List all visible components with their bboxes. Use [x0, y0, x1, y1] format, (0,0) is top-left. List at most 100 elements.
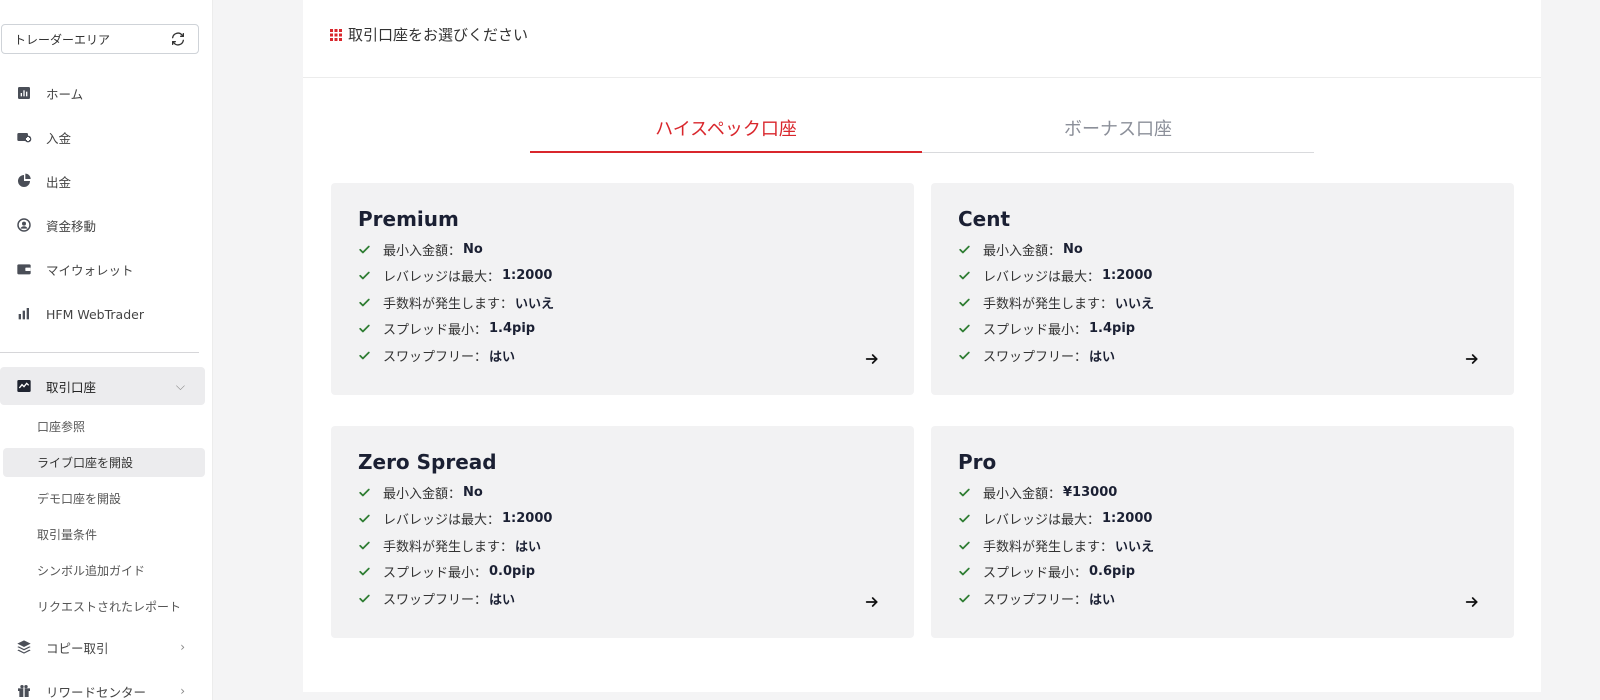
sub-item-label: ライブ口座を開設	[37, 456, 134, 470]
account-card-premium[interactable]: Premium 最小入金額： No レバレッジは最大： 1:2000 手数料が発生します…	[331, 183, 914, 395]
feature-row: レバレッジは最大： 1:2000	[358, 263, 887, 290]
feature-row: 最小入金額： No	[358, 479, 887, 506]
nav-item-webtrader[interactable]: HFM WebTrader	[0, 295, 205, 333]
account-name: Cent	[958, 207, 1011, 231]
feature-row: スプレッド最小： 1.4pip	[958, 316, 1487, 343]
arrow-right-icon[interactable]	[1464, 351, 1480, 367]
check-icon	[959, 514, 970, 523]
nav-label: 資金移動	[46, 218, 97, 234]
nav-item-withdraw[interactable]: 出金	[0, 162, 205, 200]
layers-icon	[15, 638, 33, 656]
sub-item-volume-conditions[interactable]: 取引量条件	[3, 520, 205, 549]
nav-label: 入金	[46, 130, 72, 146]
nav-label: コピー取引	[46, 640, 109, 656]
feature-value: はい	[489, 592, 516, 608]
feature-label: スプレッド最小：	[383, 566, 488, 582]
feature-row: 手数料が発生します： いいえ	[958, 289, 1487, 316]
feature-value: 1:2000	[502, 511, 553, 527]
chart-icon	[15, 84, 33, 102]
sub-item-label: リクエストされたレポート	[37, 600, 182, 614]
feature-value: 1:2000	[502, 268, 553, 284]
account-type-tabs: ハイスペック口座 ボーナス口座	[530, 103, 1314, 153]
check-icon	[959, 324, 970, 333]
check-icon	[359, 298, 370, 307]
feature-value: はい	[489, 349, 516, 365]
feature-value: 1:2000	[1102, 511, 1153, 527]
check-icon	[359, 594, 370, 603]
feature-value: はい	[1089, 349, 1116, 365]
feature-row: 手数料が発生します： いいえ	[958, 532, 1487, 559]
nav-label: マイウォレット	[46, 262, 134, 278]
feature-row: 手数料が発生します： いいえ	[358, 289, 887, 316]
check-icon	[959, 351, 970, 360]
feature-label: 最小入金額：	[983, 486, 1062, 502]
sub-item-label: 取引量条件	[37, 528, 98, 542]
arrow-right-icon[interactable]	[864, 351, 880, 367]
check-icon	[959, 488, 970, 497]
feature-value: ¥13000	[1063, 484, 1118, 500]
sub-item-label: 口座参照	[37, 420, 86, 434]
feature-label: スワップフリー：	[383, 349, 488, 365]
feature-label: 手数料が発生します：	[983, 539, 1114, 555]
check-icon	[959, 298, 970, 307]
arrow-right-icon[interactable]	[1464, 594, 1480, 610]
check-icon	[359, 514, 370, 523]
nav-item-wallet[interactable]: マイウォレット	[0, 250, 205, 288]
account-card-cent[interactable]: Cent 最小入金額： No レバレッジは最大： 1:2000 手数料が発生します： いい…	[931, 183, 1514, 395]
chevron-right-icon: ›	[180, 640, 185, 654]
arrow-right-icon[interactable]	[864, 594, 880, 610]
feature-value: No	[463, 241, 483, 257]
feature-label: レバレッジは最大：	[383, 513, 501, 529]
bars-icon	[15, 305, 33, 323]
account-name: Zero Spread	[358, 450, 497, 474]
feature-row: スプレッド最小： 1.4pip	[358, 316, 887, 343]
feature-label: 手数料が発生します：	[383, 539, 514, 555]
feature-value: いいえ	[1115, 296, 1155, 312]
feature-row: スプレッド最小： 0.6pip	[958, 559, 1487, 586]
nav-item-home[interactable]: ホーム	[0, 74, 205, 112]
feature-label: スワップフリー：	[983, 349, 1088, 365]
check-icon	[359, 324, 370, 333]
wallet-icon	[15, 260, 33, 278]
feature-row: スワップフリー： はい	[358, 342, 887, 369]
feature-label: 最小入金額：	[983, 243, 1062, 259]
feature-row: レバレッジは最大： 1:2000	[958, 506, 1487, 533]
sub-item-open-demo[interactable]: デモ口座を開設	[3, 484, 205, 513]
feature-row: レバレッジは最大： 1:2000	[358, 506, 887, 533]
feature-label: スプレッド最小：	[983, 323, 1088, 339]
sub-item-symbol-guide[interactable]: シンボル追加ガイド	[3, 556, 205, 585]
feature-value: 1:2000	[1102, 268, 1153, 284]
feature-label: 手数料が発生します：	[383, 296, 514, 312]
page-title: 取引口座をお選びください	[348, 26, 529, 44]
sub-item-requested-reports[interactable]: リクエストされたレポート	[3, 592, 205, 621]
trader-area-select[interactable]: トレーダーエリア	[1, 24, 199, 54]
tab-high-spec[interactable]: ハイスペック口座	[530, 103, 922, 153]
feature-row: 最小入金額： No	[358, 236, 887, 263]
feature-label: 最小入金額：	[383, 243, 462, 259]
check-icon	[959, 245, 970, 254]
nav-item-transfer[interactable]: 資金移動	[0, 206, 205, 244]
tab-bonus[interactable]: ボーナス口座	[922, 103, 1314, 152]
feature-label: レバレッジは最大：	[983, 513, 1101, 529]
sub-item-open-live[interactable]: ライブ口座を開設	[3, 448, 205, 477]
trend-icon	[15, 377, 33, 395]
feature-value: 0.6pip	[1089, 564, 1136, 580]
feature-value: はい	[1089, 592, 1116, 608]
chevron-right-icon: ›	[180, 684, 185, 698]
nav-item-trading-accounts[interactable]: 取引口座 ⌵	[0, 367, 205, 405]
refresh-icon[interactable]	[170, 31, 186, 47]
check-icon	[959, 594, 970, 603]
nav-item-reward-center[interactable]: リワードセンター ›	[0, 672, 205, 700]
account-card-zero-spread[interactable]: Zero Spread 最小入金額： No レバレッジは最大： 1:2000 手数料が発…	[331, 426, 914, 638]
gift-icon	[15, 682, 33, 700]
feature-row: スワップフリー： はい	[958, 585, 1487, 612]
feature-label: スワップフリー：	[983, 592, 1088, 608]
account-card-pro[interactable]: Pro 最小入金額： ¥13000 レバレッジは最大： 1:2000 手数料が発生します…	[931, 426, 1514, 638]
feature-label: 手数料が発生します：	[983, 296, 1114, 312]
nav-item-deposit[interactable]: 入金	[0, 118, 205, 156]
sub-item-label: デモ口座を開設	[37, 492, 122, 506]
check-icon	[359, 488, 370, 497]
nav-item-copy-trading[interactable]: コピー取引 ›	[0, 628, 205, 666]
sub-item-account-list[interactable]: 口座参照	[3, 412, 205, 441]
feature-value: はい	[515, 539, 542, 555]
